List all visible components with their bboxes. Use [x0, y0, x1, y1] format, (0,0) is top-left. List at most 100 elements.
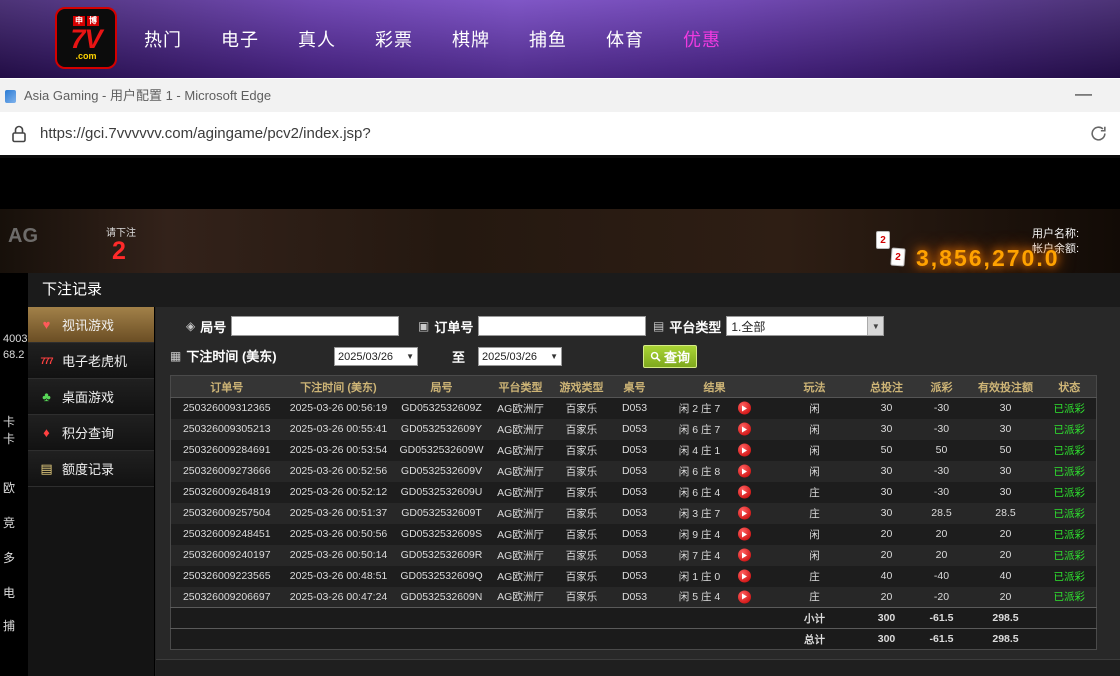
table-row: 250326009206697 2025-03-26 00:47:24 GD05…: [171, 587, 1097, 608]
cell-game: 百家乐: [553, 461, 611, 482]
cell-order: 250326009264819: [171, 482, 283, 503]
play-video-icon[interactable]: [738, 423, 751, 436]
play-video-icon[interactable]: [738, 507, 751, 520]
points-icon: ♦: [38, 425, 55, 440]
play-video-icon[interactable]: [738, 402, 751, 415]
date-from-value: 2025/03/26: [338, 351, 393, 363]
user-name-label: 用户名称:: [1032, 225, 1079, 241]
cell-payout: -30: [915, 482, 969, 503]
date-to-picker[interactable]: 2025/03/26 ▼: [478, 347, 562, 366]
video-icon: ♥: [38, 317, 55, 332]
cell-method: 庄: [771, 482, 859, 503]
sidebar-item[interactable]: 777 电子老虎机: [28, 343, 154, 379]
sidebar-item-label: 视讯游戏: [62, 315, 114, 334]
minimize-button[interactable]: —: [1075, 79, 1092, 109]
result-text: 闲 7 庄 4: [679, 550, 720, 562]
nav-item[interactable]: 真人: [298, 26, 336, 52]
round-input[interactable]: [231, 316, 399, 336]
nav-menu: 热门 电子 真人 彩票 棋牌 捕鱼 体育 优惠: [144, 0, 721, 78]
cell-platform: AG欧洲厅: [489, 482, 553, 503]
cell-total-bet: 30: [859, 461, 915, 482]
cell-game: 百家乐: [553, 503, 611, 524]
cell-platform: AG欧洲厅: [489, 440, 553, 461]
nav-item[interactable]: 捕鱼: [529, 26, 567, 52]
cell-round: GD0532532609U: [395, 482, 489, 503]
status-badge: 已派彩: [1043, 461, 1097, 482]
nav-item[interactable]: 优惠: [683, 26, 721, 52]
refresh-icon[interactable]: [1089, 124, 1108, 148]
cell-total-bet: 30: [859, 482, 915, 503]
records-icon: ▤: [38, 461, 55, 477]
cell-result: 闲 3 庄 7: [659, 503, 771, 524]
result-text: 闲 6 庄 7: [679, 424, 720, 436]
cell-payout: -30: [915, 398, 969, 419]
play-video-icon[interactable]: [738, 549, 751, 562]
cell-payout: 20: [915, 524, 969, 545]
cell-platform: AG欧洲厅: [489, 566, 553, 587]
cell-platform: AG欧洲厅: [489, 545, 553, 566]
cell-table: D053: [611, 566, 659, 587]
left-fragment: 68.2: [3, 349, 24, 361]
sidebar-item[interactable]: ♥ 视讯游戏: [28, 307, 154, 343]
cell-time: 2025-03-26 00:53:54: [283, 440, 395, 461]
table-row: 250326009284691 2025-03-26 00:53:54 GD05…: [171, 440, 1097, 461]
nav-item[interactable]: 体育: [606, 26, 644, 52]
date-from-picker[interactable]: 2025/03/26 ▼: [334, 347, 418, 366]
cell-table: D053: [611, 419, 659, 440]
chevron-down-icon: ▼: [406, 352, 414, 361]
cell-valid-bet: 30: [969, 419, 1043, 440]
nav-item[interactable]: 热门: [144, 26, 182, 52]
cell-payout: 50: [915, 440, 969, 461]
playing-card: 2: [876, 231, 890, 249]
cell-method: 庄: [771, 587, 859, 608]
query-button-label: 查询: [664, 347, 690, 366]
nav-item[interactable]: 电子: [221, 26, 259, 52]
play-video-icon[interactable]: [738, 486, 751, 499]
left-nav-fragments: 4003 68.2 卡 卡 欧 竞 多 电 捕: [0, 161, 28, 676]
result-text: 闲 2 庄 7: [679, 403, 720, 415]
query-button[interactable]: 查询: [643, 345, 697, 368]
play-video-icon[interactable]: [738, 570, 751, 583]
left-fragment: 多: [3, 549, 15, 566]
cell-payout: -30: [915, 419, 969, 440]
play-video-icon[interactable]: [738, 590, 751, 603]
sidebar-item[interactable]: ▤ 额度记录: [28, 451, 154, 487]
cell-method: 闲: [771, 461, 859, 482]
cell-time: 2025-03-26 00:52:56: [283, 461, 395, 482]
nav-item[interactable]: 棋牌: [452, 26, 490, 52]
cell-platform: AG欧洲厅: [489, 503, 553, 524]
browser-titlebar: Asia Gaming - 用户配置 1 - Microsoft Edge —: [0, 78, 1120, 112]
left-fragment: 捕: [3, 617, 15, 634]
col-result: 结果: [659, 376, 771, 398]
cell-platform: AG欧洲厅: [489, 587, 553, 608]
play-video-icon[interactable]: [738, 528, 751, 541]
cell-round: GD0532532609N: [395, 587, 489, 608]
col-payout: 派彩: [915, 376, 969, 398]
platform-select[interactable]: 1.全部 ▼: [726, 316, 884, 336]
cell-round: GD0532532609V: [395, 461, 489, 482]
lock-icon[interactable]: [12, 125, 26, 148]
play-video-icon[interactable]: [738, 465, 751, 478]
result-text: 闲 1 庄 0: [679, 571, 720, 583]
cell-valid-bet: 20: [969, 587, 1043, 608]
table-row: 250326009264819 2025-03-26 00:52:12 GD05…: [171, 482, 1097, 503]
panel-sidebar: ♥ 视讯游戏 777 电子老虎机 ♣ 桌面游戏 ♦ 积分查询: [28, 307, 155, 676]
sidebar-item[interactable]: ♦ 积分查询: [28, 415, 154, 451]
cell-time: 2025-03-26 00:48:51: [283, 566, 395, 587]
cell-valid-bet: 28.5: [969, 503, 1043, 524]
play-video-icon[interactable]: [738, 444, 751, 457]
cell-valid-bet: 50: [969, 440, 1043, 461]
order-input[interactable]: [478, 316, 646, 336]
col-order: 订单号: [171, 376, 283, 398]
nav-item[interactable]: 彩票: [375, 26, 413, 52]
site-logo[interactable]: 申 博 7V .com: [55, 7, 117, 69]
result-text: 闲 6 庄 8: [679, 466, 720, 478]
platform-list-icon: ▤: [653, 319, 664, 333]
url-input[interactable]: https://gci.7vvvvvv.com/agingame/pcv2/in…: [40, 112, 371, 155]
cell-valid-bet: 40: [969, 566, 1043, 587]
status-badge: 已派彩: [1043, 440, 1097, 461]
cell-payout: -30: [915, 461, 969, 482]
cell-payout: -40: [915, 566, 969, 587]
slots-icon: 777: [38, 356, 55, 366]
sidebar-item[interactable]: ♣ 桌面游戏: [28, 379, 154, 415]
